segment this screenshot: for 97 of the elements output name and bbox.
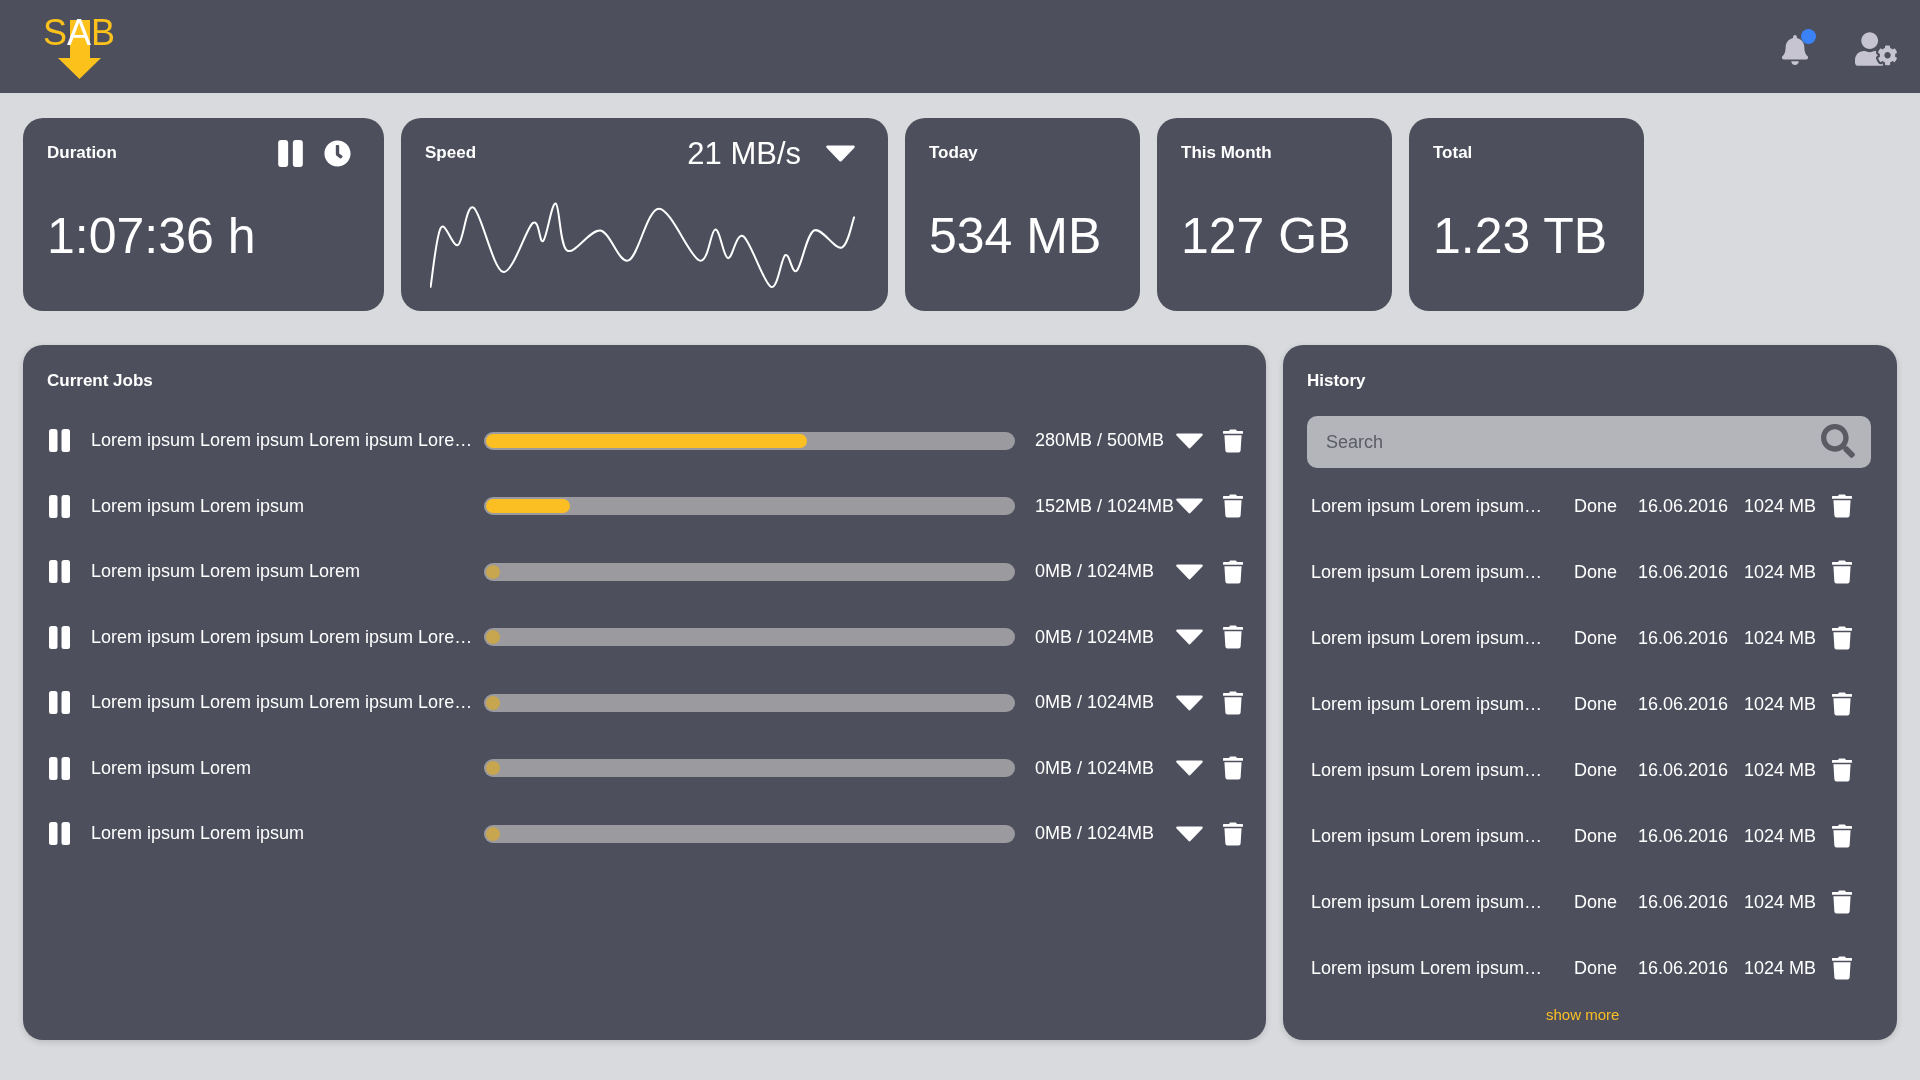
- trash-icon[interactable]: [1832, 692, 1852, 716]
- stat-label: Today: [929, 142, 978, 165]
- job-size: 0MB / 1024MB: [1035, 691, 1156, 715]
- history-date: 16.06.2016: [1638, 494, 1730, 518]
- pause-icon[interactable]: [49, 429, 70, 453]
- history-name: Lorem ipsum Lorem ipsum…: [1311, 890, 1544, 914]
- history-size: 1024 MB: [1744, 824, 1818, 848]
- clock-icon[interactable]: [324, 139, 351, 167]
- trash-icon[interactable]: [1832, 626, 1852, 650]
- history-size: 1024 MB: [1744, 626, 1818, 650]
- history-name: Lorem ipsum Lorem ipsum…: [1311, 824, 1544, 848]
- history-date: 16.06.2016: [1638, 824, 1730, 848]
- stat-label: Total: [1433, 142, 1473, 165]
- job-size: 0MB / 1024MB: [1035, 560, 1156, 584]
- pause-icon[interactable]: [49, 625, 70, 649]
- panel-title: Current Jobs: [47, 370, 153, 392]
- trash-icon[interactable]: [1223, 756, 1243, 781]
- caret-icon[interactable]: [1176, 432, 1203, 449]
- trash-icon[interactable]: [1223, 559, 1243, 584]
- job-name: Lorem ipsum Lorem ipsum Lorem ipsum Lore…: [91, 691, 471, 715]
- job-size: 0MB / 1024MB: [1035, 625, 1156, 649]
- trash-icon[interactable]: [1832, 890, 1852, 914]
- trash-icon[interactable]: [1223, 690, 1243, 715]
- history-name: Lorem ipsum Lorem ipsum…: [1311, 494, 1544, 518]
- history-date: 16.06.2016: [1638, 890, 1730, 914]
- stat-label: This Month: [1181, 142, 1272, 165]
- stat-value: 534 MB: [929, 211, 1102, 261]
- history-status: Done: [1574, 494, 1619, 518]
- trash-icon[interactable]: [1832, 560, 1852, 584]
- caret-icon[interactable]: [1176, 563, 1203, 580]
- history-date: 16.06.2016: [1638, 560, 1730, 584]
- bell-icon[interactable]: [1780, 35, 1810, 65]
- caret-icon[interactable]: [1176, 694, 1203, 711]
- user-settings-icon[interactable]: [1855, 32, 1897, 66]
- history-date: 16.06.2016: [1638, 626, 1730, 650]
- caret-icon[interactable]: [1176, 498, 1203, 515]
- job-name: Lorem ipsum Lorem ipsum: [91, 822, 306, 846]
- pause-icon[interactable]: [49, 756, 70, 780]
- stat-value: 1.23 TB: [1433, 211, 1608, 261]
- history-status: Done: [1574, 692, 1619, 716]
- caret-icon[interactable]: [1176, 629, 1203, 646]
- trash-icon[interactable]: [1832, 758, 1852, 782]
- history-name: Lorem ipsum Lorem ipsum…: [1311, 626, 1544, 650]
- logo-letter: B: [91, 15, 116, 51]
- trash-icon[interactable]: [1223, 625, 1243, 650]
- history-name: Lorem ipsum Lorem ipsum…: [1311, 956, 1544, 980]
- search-field[interactable]: Search: [1307, 416, 1871, 468]
- caret-icon[interactable]: [1176, 825, 1203, 842]
- job-size: 152MB / 1024MB: [1035, 494, 1176, 518]
- caret-icon[interactable]: [1176, 760, 1203, 777]
- history-date: 16.06.2016: [1638, 692, 1730, 716]
- job-size: 0MB / 1024MB: [1035, 756, 1156, 780]
- search-icon[interactable]: [1821, 424, 1855, 458]
- history-name: Lorem ipsum Lorem ipsum…: [1311, 758, 1544, 782]
- history-status: Done: [1574, 824, 1619, 848]
- history-name: Lorem ipsum Lorem ipsum…: [1311, 560, 1544, 584]
- history-name: Lorem ipsum Lorem ipsum…: [1311, 692, 1544, 716]
- job-size: 280MB / 500MB: [1035, 429, 1166, 453]
- job-name: Lorem ipsum Lorem ipsum: [91, 494, 306, 518]
- history-status: Done: [1574, 890, 1619, 914]
- job-name: Lorem ipsum Lorem ipsum Lorem ipsum Lore…: [91, 625, 471, 649]
- trash-icon[interactable]: [1832, 956, 1852, 980]
- history-date: 16.06.2016: [1638, 758, 1730, 782]
- stat-label: Speed: [425, 142, 477, 165]
- trash-icon[interactable]: [1832, 494, 1852, 518]
- caret-icon[interactable]: [826, 144, 855, 162]
- history-size: 1024 MB: [1744, 692, 1818, 716]
- pause-icon[interactable]: [49, 494, 70, 518]
- history-size: 1024 MB: [1744, 758, 1818, 782]
- pause-icon[interactable]: [49, 691, 70, 715]
- history-status: Done: [1574, 626, 1619, 650]
- pause-icon[interactable]: [49, 560, 70, 584]
- history-size: 1024 MB: [1744, 956, 1818, 980]
- job-name: Lorem ipsum Lorem ipsum Lorem ipsum Lore…: [91, 429, 471, 453]
- stat-value: 127 GB: [1181, 211, 1351, 261]
- pause-icon[interactable]: [277, 139, 304, 167]
- trash-icon[interactable]: [1223, 821, 1243, 846]
- history-status: Done: [1574, 956, 1619, 980]
- history-size: 1024 MB: [1744, 890, 1818, 914]
- history-date: 16.06.2016: [1638, 956, 1730, 980]
- stat-label: Duration: [47, 142, 117, 165]
- show-more-link[interactable]: show more: [1546, 1004, 1620, 1027]
- trash-icon[interactable]: [1223, 428, 1243, 453]
- job-name: Lorem ipsum Lorem ipsum Lorem: [91, 560, 362, 584]
- stat-value: 1:07:36 h: [47, 211, 256, 261]
- trash-icon[interactable]: [1832, 824, 1852, 848]
- logo-letter: S: [43, 15, 67, 51]
- trash-icon[interactable]: [1223, 494, 1243, 519]
- history-status: Done: [1574, 560, 1619, 584]
- job-size: 0MB / 1024MB: [1035, 822, 1156, 846]
- history-size: 1024 MB: [1744, 494, 1818, 518]
- pause-icon[interactable]: [49, 822, 70, 846]
- history-size: 1024 MB: [1744, 560, 1818, 584]
- history-status: Done: [1574, 758, 1619, 782]
- speed-value: 21 MB/s: [687, 137, 801, 169]
- panel-title: History: [1307, 370, 1366, 392]
- job-name: Lorem ipsum Lorem: [91, 756, 253, 780]
